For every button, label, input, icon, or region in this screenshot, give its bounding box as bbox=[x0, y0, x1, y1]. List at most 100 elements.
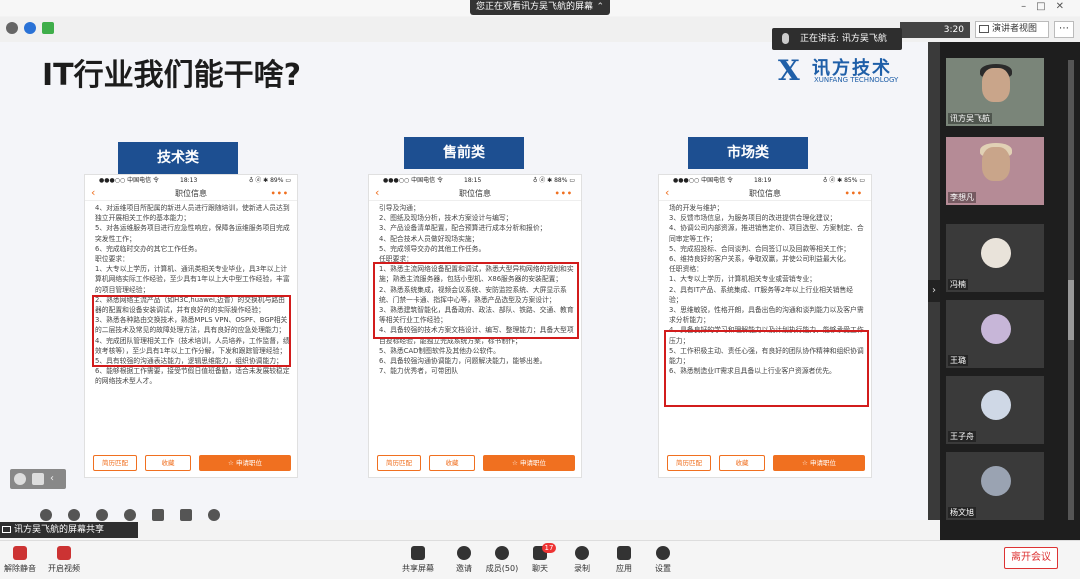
category-header-presales: 售前类 bbox=[404, 137, 524, 169]
chevron-left-icon[interactable]: ‹ bbox=[50, 473, 62, 485]
highlight-box bbox=[664, 330, 869, 407]
apps-icon bbox=[617, 546, 631, 560]
highlight-box bbox=[92, 295, 291, 367]
invite-label: 邀请 bbox=[456, 564, 472, 573]
participant-name: 讯方吴飞航 bbox=[948, 113, 992, 124]
job-card-marketing: ●●●○○ 中国电信 令 18:19 ♁ ⓓ ✱ 85% ▭ ‹ 职位信息 ••… bbox=[658, 174, 872, 478]
invite-icon bbox=[457, 546, 471, 560]
collapse-panel-icon[interactable]: › bbox=[928, 280, 940, 302]
close-icon[interactable]: ✕ bbox=[1056, 1, 1074, 12]
avatar bbox=[981, 238, 1011, 268]
shield-icon[interactable] bbox=[24, 22, 36, 34]
participant-tile[interactable]: 王子舟 bbox=[946, 376, 1044, 444]
more-icon: ••• bbox=[844, 189, 863, 198]
speaking-text: 正在讲话: 讯方吴飞航 bbox=[800, 34, 887, 44]
desc-line: 6、能够根据工作需要，接受节假日值班备勤，适合未发展较稳定的网络技术型人才。 bbox=[95, 367, 290, 386]
start-video-button[interactable]: 开启视频 bbox=[44, 546, 84, 574]
participant-tile[interactable]: 王璐 bbox=[946, 300, 1044, 368]
back-icon: ‹ bbox=[91, 186, 96, 199]
emoji-icon[interactable] bbox=[14, 473, 26, 485]
members-button[interactable]: 成员(50) bbox=[482, 546, 522, 574]
collapse-icon[interactable]: ⌃ bbox=[596, 0, 604, 15]
pointer-icon[interactable] bbox=[96, 509, 108, 521]
chat-bubble-icon[interactable] bbox=[32, 473, 44, 485]
job-header-title: 职位信息 bbox=[749, 189, 781, 198]
desc-line: 5、熟悉CAD制图软件及其他办公软件。 bbox=[379, 346, 500, 355]
screen-share-label: 讯方吴飞航的屏幕共享 bbox=[0, 522, 138, 538]
invite-button[interactable]: 邀请 bbox=[444, 546, 484, 574]
pen-icon[interactable] bbox=[124, 509, 136, 521]
back-icon: ‹ bbox=[665, 186, 670, 199]
more-options-icon[interactable] bbox=[208, 509, 220, 521]
phone-time: 18:19 bbox=[754, 177, 772, 184]
apps-button[interactable]: 应用 bbox=[604, 546, 644, 574]
participant-tile[interactable]: 李想凡 bbox=[946, 137, 1044, 205]
participant-video-panel: 讯方吴飞航 李想凡 冯楠 王璐 王子舟 杨文旭 bbox=[940, 42, 1080, 542]
record-label: 录制 bbox=[574, 564, 590, 573]
scrollbar-thumb[interactable] bbox=[1068, 280, 1074, 340]
battery: ♁ ⓓ ✱ 89% ▭ bbox=[248, 177, 291, 184]
desc-line: 5、完成招投标、合同谈判、合同签订以及回款等相关工作； bbox=[669, 244, 851, 253]
desc-line: 5、完成领导交办的其他工作任务。 bbox=[379, 244, 486, 253]
unmute-button[interactable]: 解除静音 bbox=[0, 546, 40, 574]
carrier: ●●●○○ 中国电信 令 bbox=[99, 177, 159, 184]
info-icon[interactable] bbox=[6, 22, 18, 34]
battery: ♁ ⓓ ✱ 88% ▭ bbox=[532, 177, 575, 184]
settings-button[interactable]: 设置 bbox=[643, 546, 683, 574]
viewing-screen-banner[interactable]: 您正在观看讯方吴飞航的屏幕 ⌃ bbox=[470, 0, 610, 15]
window-controls[interactable]: –□✕ bbox=[1021, 1, 1074, 12]
resume-match-button: 简历匹配 bbox=[377, 455, 421, 471]
participant-name: 王子舟 bbox=[948, 431, 976, 442]
resume-match-button: 简历匹配 bbox=[667, 455, 711, 471]
next-icon[interactable] bbox=[68, 509, 80, 521]
more-icon[interactable]: ⋯ bbox=[1054, 21, 1074, 38]
phone-time: 18:15 bbox=[464, 177, 482, 184]
slide-title: IT行业我们能干啥? bbox=[42, 58, 302, 93]
phone-status-bar: ●●●○○ 中国电信 令 18:15 ♁ ⓓ ✱ 88% ▭ bbox=[369, 175, 581, 186]
desc-line: 任职资格： bbox=[669, 265, 703, 274]
more-icon: ••• bbox=[554, 189, 573, 198]
leave-meeting-button[interactable]: 离开会议 bbox=[1004, 547, 1058, 569]
participant-face bbox=[982, 68, 1010, 102]
job-actions: 简历匹配 收藏 ☆ 申请职位 bbox=[93, 455, 291, 471]
record-button[interactable]: 录制 bbox=[562, 546, 602, 574]
desc-line: 3、思维敏锐，性格开朗，具备出色的沟通和谈判能力以及客户需求分析能力； bbox=[669, 306, 864, 325]
participant-tile[interactable]: 冯楠 bbox=[946, 224, 1044, 292]
back-icon: ‹ bbox=[375, 186, 380, 199]
maximize-icon[interactable]: □ bbox=[1036, 1, 1055, 12]
chat-unread-badge: 17 bbox=[542, 543, 556, 553]
job-actions: 简历匹配 收藏 ☆ 申请职位 bbox=[667, 455, 865, 471]
participant-name: 杨文旭 bbox=[948, 507, 976, 518]
camera-icon[interactable] bbox=[152, 509, 164, 521]
desc-line: 4、配合技术人员做好现场实施； bbox=[379, 234, 479, 243]
job-description: 场的开发与维护； 3、反馈市场信息，为服务项目的改进提供合理化建议； 4、协调公… bbox=[659, 201, 871, 447]
participant-tile[interactable]: 讯方吴飞航 bbox=[946, 58, 1044, 126]
desc-line: 1、大专以上学历，计算机相关专业或营销专业； bbox=[669, 275, 817, 284]
desc-line: 6、维持良好的客户关系，争取双赢，并使公司利益最大化。 bbox=[669, 255, 851, 264]
desc-line: 4、协调公司内部资源，推进销售定价、项目选型、方案制定、合同审定等工作； bbox=[669, 224, 864, 243]
participant-scrollbar[interactable] bbox=[1068, 60, 1074, 520]
desc-line: 职位要求： bbox=[95, 255, 129, 264]
favorite-button: 收藏 bbox=[145, 455, 191, 471]
desc-line: 场的开发与维护； bbox=[669, 204, 724, 212]
avatar bbox=[981, 314, 1011, 344]
signal-icon[interactable] bbox=[42, 22, 54, 34]
phone-status-bar: ●●●○○ 中国电信 令 18:19 ♁ ⓓ ✱ 85% ▭ bbox=[659, 175, 871, 186]
presenter-view-button[interactable]: 演讲者视图 bbox=[975, 21, 1049, 38]
desc-line: 引导及沟通； bbox=[379, 204, 420, 212]
members-icon bbox=[495, 546, 509, 560]
microphone-muted-icon bbox=[13, 546, 27, 560]
desc-line: 3、反馈市场信息，为服务项目的改进提供合理化建议； bbox=[669, 214, 837, 223]
share-screen-button[interactable]: 共享屏幕 bbox=[398, 546, 438, 574]
participant-tile[interactable]: 杨文旭 bbox=[946, 452, 1044, 520]
floating-toolbar[interactable]: ‹ bbox=[10, 469, 66, 489]
desc-line: 2、图纸及现场分析，技术方案设计与编写； bbox=[379, 214, 513, 223]
subtitle-icon[interactable] bbox=[180, 509, 192, 521]
apply-button: ☆ 申请职位 bbox=[773, 455, 865, 471]
category-header-technical: 技术类 bbox=[118, 142, 238, 174]
minimize-icon[interactable]: – bbox=[1021, 1, 1036, 12]
banner-text: 您正在观看讯方吴飞航的屏幕 bbox=[476, 2, 594, 12]
desc-line: 3、产品设备清单配置，配合预算进行成本分析和报价； bbox=[379, 224, 547, 233]
previous-icon[interactable] bbox=[40, 509, 52, 521]
desc-line: 6、完成临时交办的其它工作任务。 bbox=[95, 244, 202, 253]
